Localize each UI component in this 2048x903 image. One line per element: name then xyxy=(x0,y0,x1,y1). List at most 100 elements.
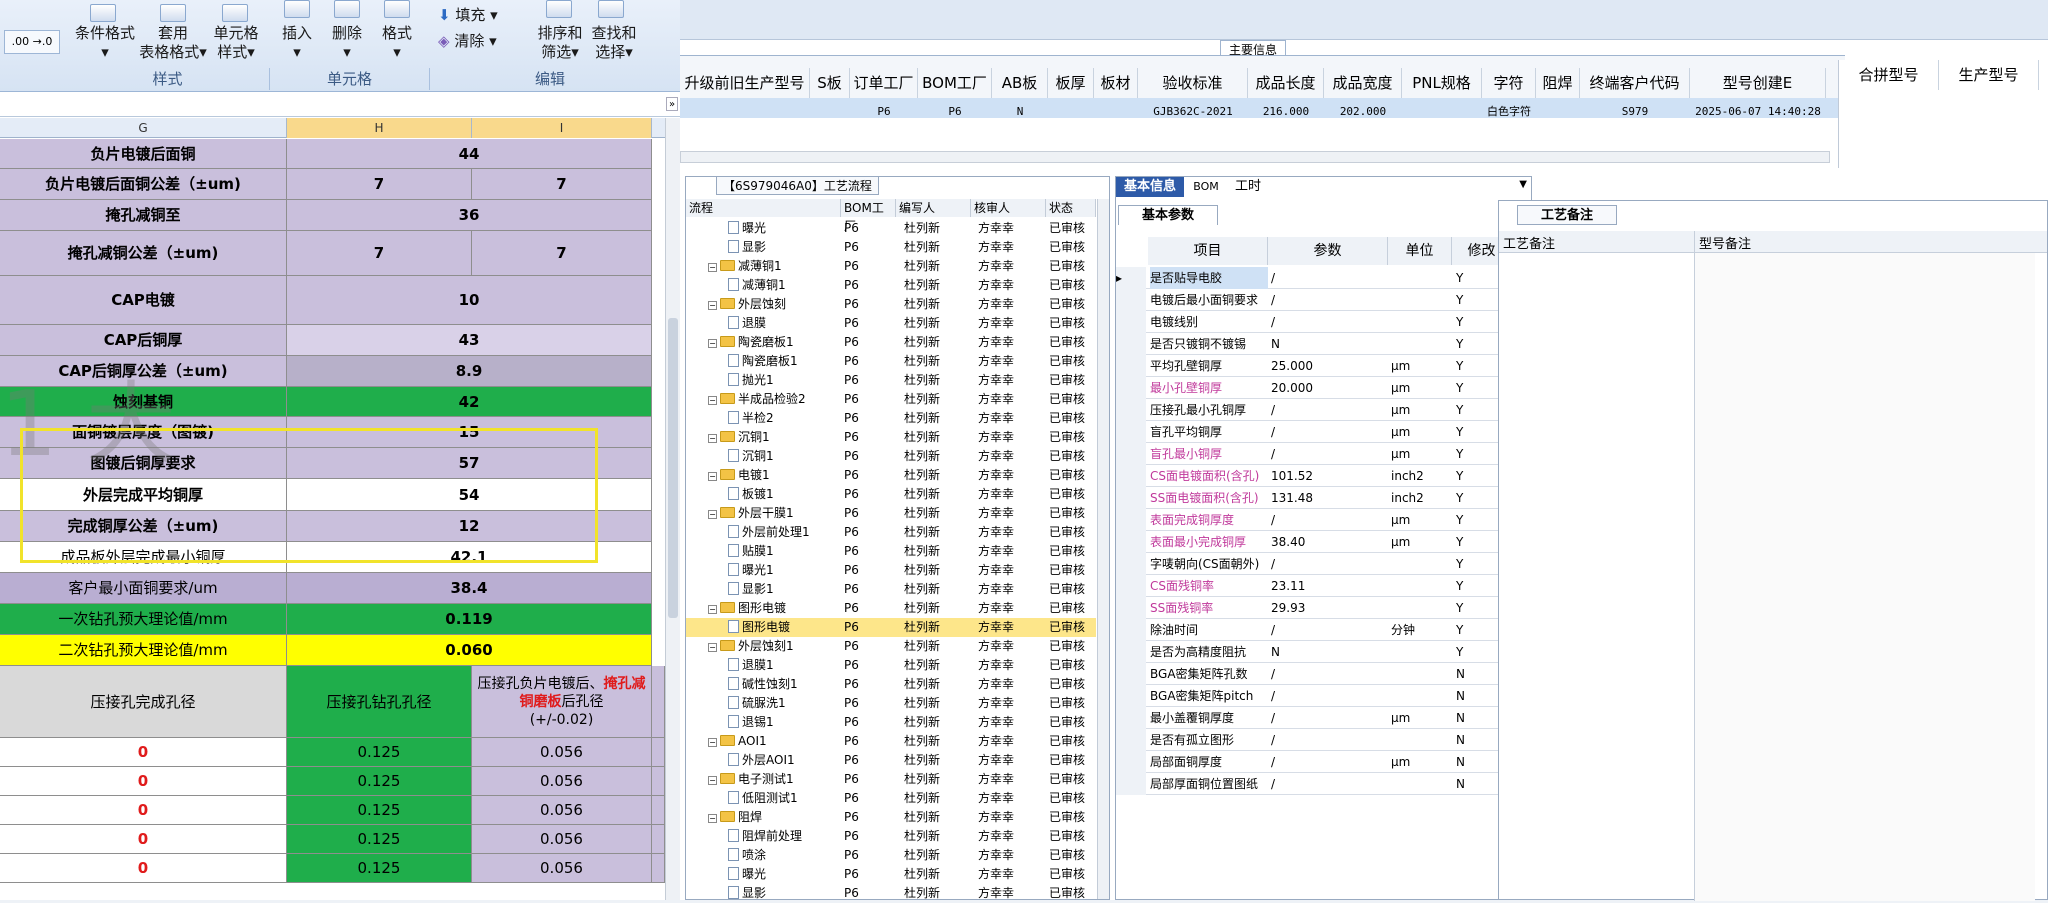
row-label-cell[interactable]: 二次钻孔预大理论值/mm xyxy=(0,635,287,665)
basic-param-row[interactable]: 盲孔最小铜厚 / μm Y xyxy=(1116,443,1526,465)
flow-tree-row[interactable]: 硫脲洗1 P6 杜列新 方幸幸 已审核 xyxy=(686,694,1096,713)
row-label-cell[interactable]: CAP后铜厚 xyxy=(0,325,287,355)
row-label-cell[interactable]: 负片电镀后面铜 xyxy=(0,139,287,168)
cell-style-button[interactable]: 单元格 样式▾ xyxy=(206,24,266,62)
basic-param-row[interactable]: 表面最小完成铜厚 38.40 μm Y xyxy=(1116,531,1526,553)
flow-tree-row[interactable]: − 电镀1 P6 杜列新 方幸幸 已审核 xyxy=(686,466,1096,485)
flow-tree-row[interactable]: 退膜1 P6 杜列新 方幸幸 已审核 xyxy=(686,656,1096,675)
flow-tree-row[interactable]: 陶瓷磨板1 P6 杜列新 方幸幸 已审核 xyxy=(686,352,1096,371)
finished-hole-cell[interactable]: 0 xyxy=(0,825,287,853)
finished-hole-cell[interactable]: 0 xyxy=(0,854,287,882)
main-col-value[interactable] xyxy=(1536,102,1580,122)
basic-param-row[interactable]: SS面电镀面积(含孔) 131.48 inch2 Y xyxy=(1116,487,1526,509)
flow-tree-row[interactable]: − AOI1 P6 杜列新 方幸幸 已审核 xyxy=(686,732,1096,751)
main-col-header[interactable]: 阻焊 xyxy=(1536,68,1580,98)
drill-hole-cell[interactable]: 0.125 xyxy=(287,825,472,853)
table-format-button[interactable]: 套用 表格格式▾ xyxy=(137,24,209,62)
collapse-icon[interactable]: − xyxy=(708,643,717,652)
main-col-header[interactable]: AB板 xyxy=(992,68,1048,98)
basic-param-row[interactable]: 最小孔壁铜厚 20.000 μm Y xyxy=(1116,377,1526,399)
main-col-header[interactable]: 成品长度 xyxy=(1248,68,1324,98)
insert-button[interactable]: 插入 ▾ xyxy=(274,24,320,62)
flow-tree-row[interactable]: 半检2 P6 杜列新 方幸幸 已审核 xyxy=(686,409,1096,428)
main-col-value[interactable] xyxy=(1094,102,1138,122)
main-col-value[interactable]: 216.000 xyxy=(1248,102,1324,122)
collapse-icon[interactable]: − xyxy=(708,738,717,747)
finished-hole-cell[interactable]: 0 xyxy=(0,796,287,824)
tab-basic-params[interactable]: 基本参数 xyxy=(1118,205,1218,225)
main-col-header[interactable]: 验收标准 xyxy=(1138,68,1248,98)
row-label-cell[interactable]: 负片电镀后面铜公差（±um) xyxy=(0,169,287,199)
clear-button[interactable]: ◈ 清除 ▾ xyxy=(438,32,508,51)
panel-dropdown-icon[interactable]: ▼ xyxy=(1519,179,1527,190)
expand-formula-icon[interactable]: » xyxy=(666,97,678,111)
main-col-header[interactable]: 型号创建E xyxy=(1690,68,1826,98)
flow-tree-row[interactable]: − 陶瓷磨板1 P6 杜列新 方幸幸 已审核 xyxy=(686,333,1096,352)
basic-param-row[interactable]: BGA密集矩阵孔数 / N xyxy=(1116,663,1526,685)
flow-tree-row[interactable]: − 沉铜1 P6 杜列新 方幸幸 已审核 xyxy=(686,428,1096,447)
format-button[interactable]: 格式 ▾ xyxy=(374,24,420,62)
flow-tree-row[interactable]: 喷涂 P6 杜列新 方幸幸 已审核 xyxy=(686,846,1096,865)
after-hole-cell[interactable]: 0.056 xyxy=(472,796,652,824)
basic-param-row[interactable]: SS面残铜率 29.93 Y xyxy=(1116,597,1526,619)
main-col-header[interactable]: 订单工厂 xyxy=(850,68,918,98)
basic-param-row[interactable]: 是否有孤立图形 / N xyxy=(1116,729,1526,751)
flow-tree-row[interactable]: − 外层蚀刻 P6 杜列新 方幸幸 已审核 xyxy=(686,295,1096,314)
main-col-value[interactable] xyxy=(1048,102,1094,122)
sort-filter-button[interactable]: 排序和 筛选▾ xyxy=(532,24,588,62)
flow-tree-row[interactable]: − 减薄铜1 P6 杜列新 方幸幸 已审核 xyxy=(686,257,1096,276)
header-press-fit-after[interactable]: 压接孔负片电镀后、掩孔减铜磨板后孔径 (+/-0.02) xyxy=(472,666,652,737)
flow-col-header[interactable]: 编写人 xyxy=(896,199,971,217)
basic-param-row[interactable]: 盲孔平均铜厚 / μm Y xyxy=(1116,421,1526,443)
row-label-cell[interactable]: CAP电镀 xyxy=(0,276,287,324)
basic-param-row[interactable]: 最小盖覆铜厚度 / μm N xyxy=(1116,707,1526,729)
flow-tree-row[interactable]: 低阻测试1 P6 杜列新 方幸幸 已审核 xyxy=(686,789,1096,808)
main-col-value[interactable]: S979 xyxy=(1580,102,1690,122)
basic-param-row[interactable]: ▸ 是否贴导电胶 / Y xyxy=(1116,267,1526,289)
basic-param-row[interactable]: 局部面铜厚度 / μm N xyxy=(1116,751,1526,773)
header-press-fit-drill[interactable]: 压接孔钻孔孔径 xyxy=(287,666,472,737)
collapse-icon[interactable]: − xyxy=(708,472,717,481)
tab-bom[interactable]: BOM xyxy=(1186,177,1226,197)
collapse-icon[interactable]: − xyxy=(708,434,717,443)
next-col-cell[interactable] xyxy=(652,796,665,824)
collapse-icon[interactable]: − xyxy=(708,396,717,405)
row-label-cell[interactable]: 一次钻孔预大理论值/mm xyxy=(0,604,287,634)
flow-tree-row[interactable]: 阻焊前处理 P6 杜列新 方幸幸 已审核 xyxy=(686,827,1096,846)
basic-param-row[interactable]: 局部厚面铜位置图纸 / N xyxy=(1116,773,1526,795)
main-col-header[interactable]: BOM工厂 xyxy=(918,68,992,98)
next-col-cell[interactable] xyxy=(652,854,665,882)
flow-tree-row[interactable]: 板镀1 P6 杜列新 方幸幸 已审核 xyxy=(686,485,1096,504)
collapse-icon[interactable]: − xyxy=(708,776,717,785)
row-value-cell[interactable]: 0.060 xyxy=(287,635,652,665)
flow-tree-row[interactable]: − 半成品检验2 P6 杜列新 方幸幸 已审核 xyxy=(686,390,1096,409)
basic-param-row[interactable]: 字唛朝向(CS面朝外) / Y xyxy=(1116,553,1526,575)
flow-tree-row[interactable]: − 外层蚀刻1 P6 杜列新 方幸幸 已审核 xyxy=(686,637,1096,656)
basic-param-row[interactable]: 是否为高精度阻抗 N Y xyxy=(1116,641,1526,663)
row-value-cell-h[interactable]: 7 xyxy=(287,231,472,275)
main-col-header[interactable]: 升级前旧生产型号 xyxy=(680,68,810,98)
main-col-header[interactable]: 字符 xyxy=(1482,68,1536,98)
main-col-header[interactable]: 终端客户代码 xyxy=(1580,68,1690,98)
row-value-cell[interactable]: 38.4 xyxy=(287,573,652,603)
next-col-cell[interactable] xyxy=(652,825,665,853)
tab-work-hours[interactable]: 工时 xyxy=(1228,177,1268,197)
remark-textarea[interactable] xyxy=(1695,253,2035,901)
flow-tree-row[interactable]: − 电子测试1 P6 杜列新 方幸幸 已审核 xyxy=(686,770,1096,789)
drill-hole-cell[interactable]: 0.125 xyxy=(287,854,472,882)
row-value-cell[interactable]: 8.9 xyxy=(287,356,652,386)
horizontal-scrollbar[interactable] xyxy=(680,151,1830,163)
basic-param-row[interactable]: CS面残铜率 23.11 Y xyxy=(1116,575,1526,597)
main-col-header[interactable]: 板厚 xyxy=(1048,68,1094,98)
after-hole-cell[interactable]: 0.056 xyxy=(472,825,652,853)
drill-hole-cell[interactable]: 0.125 xyxy=(287,796,472,824)
header-press-fit-finished[interactable]: 压接孔完成孔径 xyxy=(0,666,287,737)
number-format-buttons[interactable]: .00 →.0 xyxy=(4,30,60,54)
flow-tree-row[interactable]: 外层AOI1 P6 杜列新 方幸幸 已审核 xyxy=(686,751,1096,770)
row-value-cell-h[interactable]: 7 xyxy=(287,169,472,199)
basic-col-header[interactable]: 项目 xyxy=(1148,237,1268,265)
right-col-header[interactable]: 合拼型号 xyxy=(1839,60,1939,90)
basic-col-header[interactable]: 单位 xyxy=(1388,237,1452,265)
row-value-cell[interactable]: 44 xyxy=(287,139,652,168)
flow-tree-row[interactable]: 显影 P6 杜列新 方幸幸 已审核 xyxy=(686,884,1096,903)
